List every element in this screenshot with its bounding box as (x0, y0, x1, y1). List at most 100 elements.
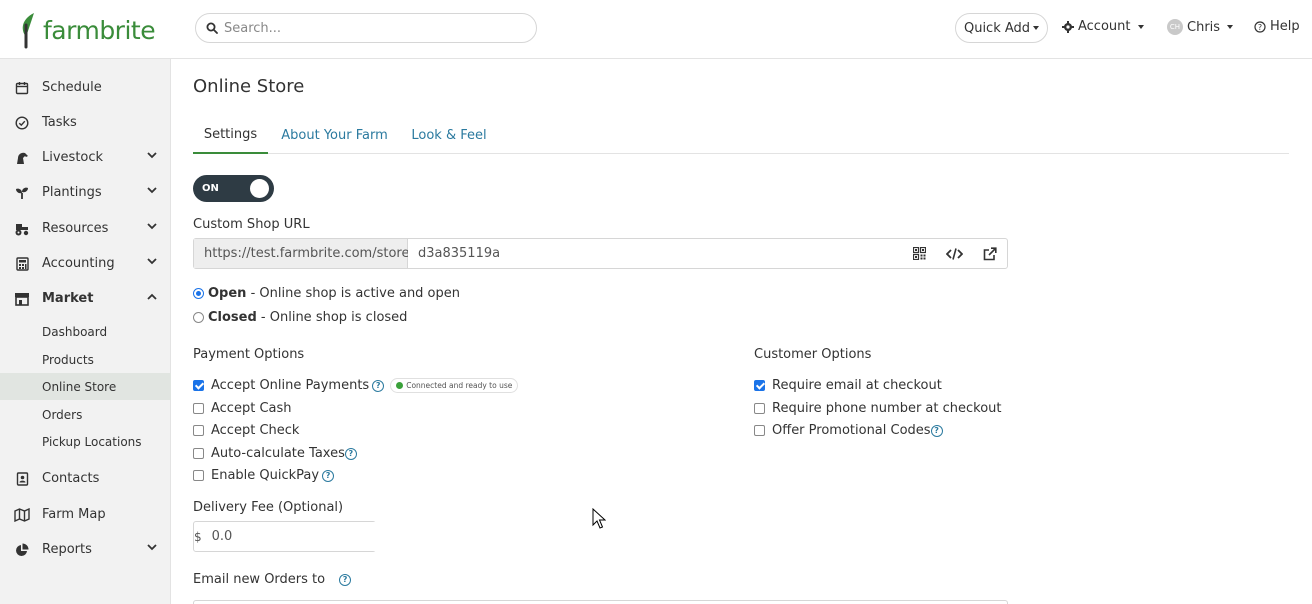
status-closed-option[interactable]: Closed - Online shop is closed (193, 310, 407, 325)
help-icon[interactable]: ? (339, 573, 352, 586)
tab-look-and-feel[interactable]: Look & Feel (406, 116, 492, 154)
qr-code-button[interactable] (902, 239, 937, 268)
payment-options-heading: Payment Options (193, 347, 305, 362)
promo-codes-checkbox[interactable] (754, 425, 765, 436)
search-input[interactable] (224, 20, 524, 36)
top-header: farmbrite Quick Add Account CH Chris ? (0, 0, 1312, 59)
search-box[interactable] (195, 13, 537, 43)
farmbrite-logo[interactable]: farmbrite (18, 10, 156, 50)
connected-status-badge: Connected and ready to use (390, 378, 519, 393)
currency-symbol: $ (194, 529, 202, 544)
sidebar-item-label: Farm Map (42, 507, 106, 522)
accept-online-payments-checkbox[interactable] (193, 380, 204, 391)
enable-quickpay-label: Enable QuickPay (211, 468, 320, 483)
sidebar: Schedule Tasks Livestock Plantings Resou… (0, 59, 171, 604)
delivery-fee-input[interactable] (201, 522, 382, 551)
sidebar-item-accounting[interactable]: Accounting (0, 246, 171, 281)
chevron-down-icon (1033, 26, 1040, 30)
status-closed-radio[interactable] (193, 312, 204, 323)
tab-about-your-farm[interactable]: About Your Farm (277, 116, 392, 154)
require-phone-option[interactable]: Require phone number at checkout (754, 401, 1002, 416)
enable-quickpay-option[interactable]: Enable QuickPay ? (193, 468, 335, 483)
check-circle-icon (13, 114, 31, 132)
help-icon[interactable]: ? (372, 379, 385, 392)
horse-icon (13, 149, 31, 167)
sidebar-subitem-orders[interactable]: Orders (0, 401, 171, 428)
status-open-radio[interactable] (193, 288, 204, 299)
account-label: Account (1078, 19, 1131, 34)
sidebar-subitem-products[interactable]: Products (0, 346, 171, 373)
custom-url-label: Custom Shop URL (193, 217, 310, 232)
calendar-icon (13, 79, 31, 97)
accept-cash-label: Accept Cash (211, 401, 292, 416)
sidebar-subitem-label: Products (42, 352, 94, 367)
delivery-fee-label: Delivery Fee (Optional) (193, 500, 344, 515)
sidebar-item-label: Contacts (42, 471, 100, 486)
email-orders-input[interactable] (193, 600, 1008, 604)
status-closed-title: Closed (208, 310, 257, 325)
sidebar-item-market[interactable]: Market (0, 281, 171, 316)
toggle-state-label: ON (202, 183, 219, 194)
svg-text:?: ? (1258, 23, 1262, 32)
sidebar-item-farm-map[interactable]: Farm Map (0, 497, 171, 532)
calculator-icon (13, 255, 31, 273)
accept-check-option[interactable]: Accept Check (193, 423, 299, 438)
connected-badge-text: Connected and ready to use (406, 381, 513, 390)
sidebar-item-schedule[interactable]: Schedule (0, 70, 171, 105)
auto-calculate-taxes-checkbox[interactable] (193, 448, 204, 459)
sidebar-subitem-label: Pickup Locations (42, 434, 142, 449)
mouse-cursor-icon (592, 508, 606, 529)
help-icon[interactable]: ? (344, 447, 357, 460)
status-open-option[interactable]: Open - Online shop is active and open (193, 286, 460, 301)
logo-text: farmbrite (43, 15, 156, 45)
sidebar-item-livestock[interactable]: Livestock (0, 140, 171, 175)
enable-quickpay-checkbox[interactable] (193, 470, 204, 481)
accept-cash-option[interactable]: Accept Cash (193, 401, 292, 416)
sidebar-item-resources[interactable]: Resources (0, 211, 171, 246)
custom-url-input[interactable] (408, 239, 902, 268)
toggle-knob (250, 179, 269, 198)
question-circle-icon: ? (1254, 20, 1266, 33)
auto-calculate-taxes-option[interactable]: Auto-calculate Taxes ? (193, 446, 357, 461)
email-orders-label: Email new Orders to (193, 572, 326, 587)
external-link-icon (983, 246, 997, 260)
help-icon[interactable]: ? (930, 424, 943, 437)
chevron-down-icon (1227, 25, 1234, 29)
sidebar-item-contacts[interactable]: Contacts (0, 461, 171, 496)
promo-codes-option[interactable]: Offer Promotional Codes ? (754, 423, 943, 438)
chevron-down-icon (147, 544, 157, 551)
embed-code-button[interactable] (937, 239, 972, 268)
sidebar-subitem-label: Orders (42, 407, 83, 422)
user-menu[interactable]: CH Chris (1167, 19, 1234, 35)
sidebar-item-reports[interactable]: Reports (0, 532, 171, 567)
leaf-logo-icon (22, 13, 34, 49)
tab-settings[interactable]: Settings (193, 116, 268, 154)
store-enabled-toggle[interactable]: ON (193, 175, 274, 202)
sidebar-subitem-online-store[interactable]: Online Store (0, 373, 171, 400)
require-email-option[interactable]: Require email at checkout (754, 378, 942, 393)
open-store-button[interactable] (972, 239, 1007, 268)
status-open-title: Open (208, 286, 247, 301)
help-link[interactable]: ? Help (1254, 19, 1300, 34)
auto-calculate-taxes-label: Auto-calculate Taxes (211, 446, 345, 461)
account-menu[interactable]: Account (1062, 19, 1144, 34)
sidebar-item-label: Accounting (42, 256, 115, 271)
quick-add-button[interactable]: Quick Add (955, 13, 1048, 43)
require-email-checkbox[interactable] (754, 380, 765, 391)
sidebar-item-tasks[interactable]: Tasks (0, 105, 171, 140)
sidebar-item-plantings[interactable]: Plantings (0, 175, 171, 210)
help-icon[interactable]: ? (322, 469, 335, 482)
require-phone-checkbox[interactable] (754, 403, 765, 414)
accept-online-payments-option[interactable]: Accept Online Payments ? Connected and r… (193, 378, 519, 393)
sidebar-subitem-pickup-locations[interactable]: Pickup Locations (0, 428, 171, 455)
sidebar-subitem-dashboard[interactable]: Dashboard (0, 318, 171, 345)
chevron-down-icon (147, 223, 157, 230)
sidebar-item-label: Livestock (42, 150, 104, 165)
custom-url-field-group: https://test.farmbrite.com/store/ (193, 238, 1008, 269)
accept-check-checkbox[interactable] (193, 425, 204, 436)
code-icon (946, 247, 963, 260)
accept-cash-checkbox[interactable] (193, 403, 204, 414)
chevron-up-icon (147, 293, 157, 300)
sidebar-item-label: Reports (42, 542, 92, 557)
search-icon (206, 22, 218, 34)
